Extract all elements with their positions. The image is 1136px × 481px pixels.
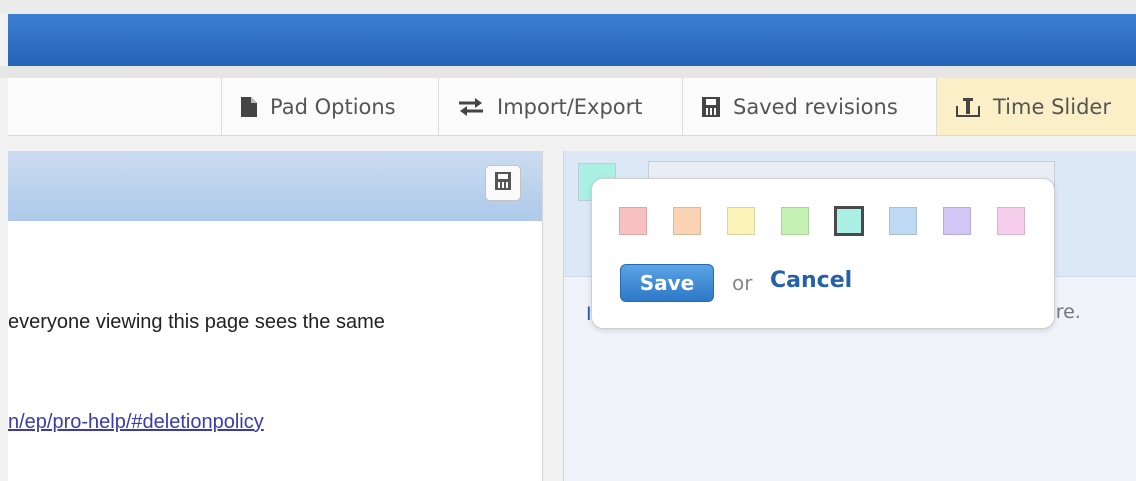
or-label: or [732, 271, 753, 295]
color-swatch[interactable] [943, 207, 971, 235]
editor-text-line[interactable]: everyone viewing this page sees the same [8, 311, 385, 334]
save-color-button[interactable]: Save [620, 264, 714, 302]
floppy-disk-icon [494, 171, 512, 195]
time-slider-icon [955, 96, 981, 118]
document-icon [240, 96, 258, 118]
pad-editor-panel: everyone viewing this page sees the same… [8, 151, 543, 481]
window-top-strip [0, 0, 1136, 14]
editor-header [8, 151, 542, 221]
pad-options-button[interactable]: Pad Options [221, 78, 438, 135]
color-swatch[interactable] [834, 206, 864, 236]
import-export-label: Import/Export [497, 94, 643, 119]
color-swatch[interactable] [673, 207, 701, 235]
floppy-disk-icon [701, 96, 721, 118]
header-separator [0, 66, 1136, 78]
save-revision-button[interactable] [485, 165, 521, 201]
swap-arrows-icon [457, 96, 485, 118]
saved-revisions-button[interactable]: Saved revisions [682, 78, 936, 135]
deletion-policy-link[interactable]: n/ep/pro-help/#deletionpolicy [8, 411, 264, 434]
color-swatch[interactable] [619, 207, 647, 235]
pad-toolbar: Pad Options Import/Export Saved revision… [8, 78, 1136, 136]
saved-revisions-label: Saved revisions [733, 94, 898, 119]
color-picker-popup: Save or Cancel [591, 178, 1055, 329]
pad-options-label: Pad Options [270, 94, 396, 119]
app-header-bar [8, 14, 1136, 66]
color-swatch[interactable] [781, 207, 809, 235]
color-swatch[interactable] [727, 207, 755, 235]
time-slider-label: Time Slider [993, 94, 1111, 119]
time-slider-button[interactable]: Time Slider [936, 78, 1136, 135]
color-swatch[interactable] [889, 207, 917, 235]
cancel-color-link[interactable]: Cancel [770, 268, 852, 293]
import-export-button[interactable]: Import/Export [438, 78, 682, 135]
color-swatch[interactable] [997, 207, 1025, 235]
